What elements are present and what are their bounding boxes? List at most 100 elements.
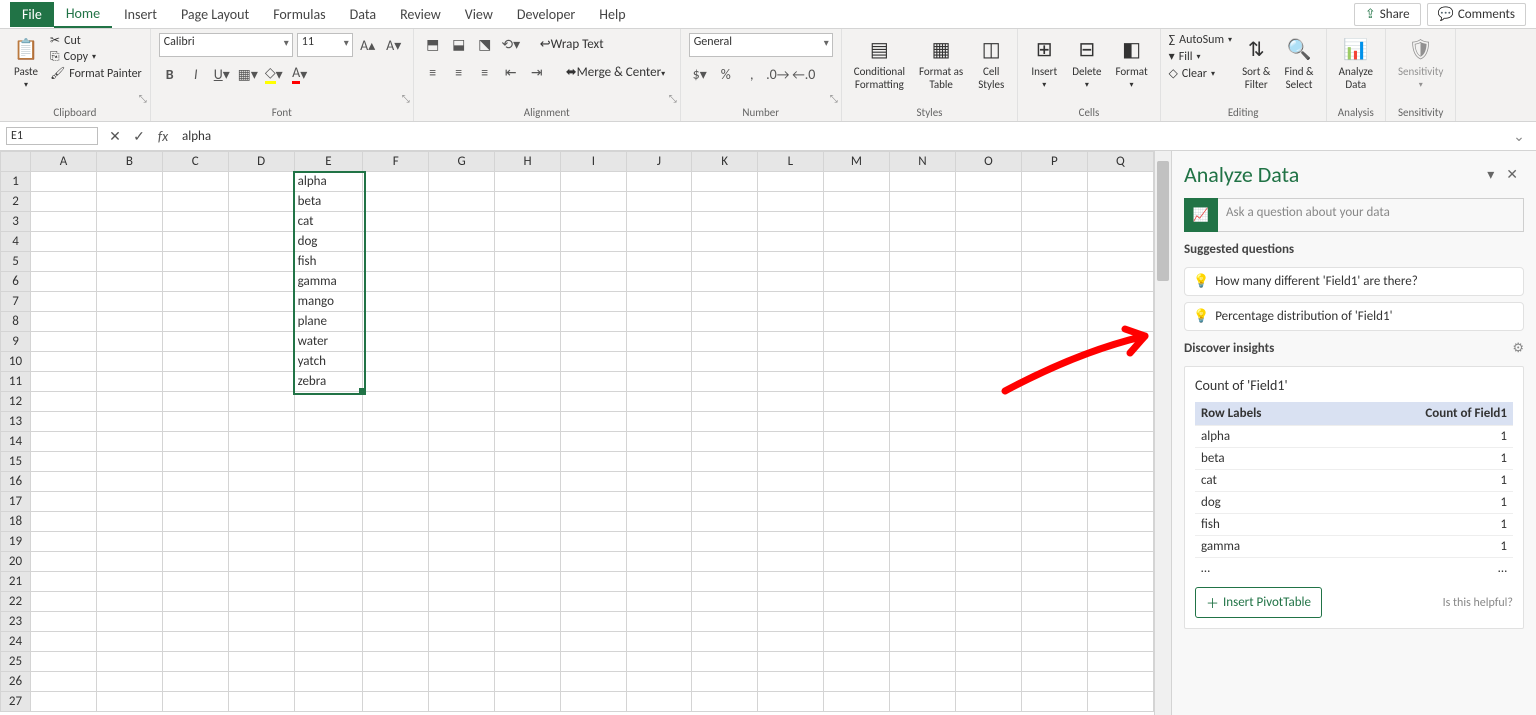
- cell-E2[interactable]: beta: [294, 192, 363, 212]
- col-header-P[interactable]: P: [1021, 152, 1087, 172]
- cell-B22[interactable]: [96, 592, 162, 612]
- row-header-26[interactable]: 26: [1, 672, 31, 692]
- cell-J11[interactable]: [626, 372, 692, 392]
- cell-I1[interactable]: [561, 172, 627, 192]
- cell-P14[interactable]: [1021, 432, 1087, 452]
- cell-G10[interactable]: [429, 352, 495, 372]
- cell-O10[interactable]: [955, 352, 1021, 372]
- cell-F2[interactable]: [363, 192, 429, 212]
- delete-cells-button[interactable]: ⊟Delete▾: [1068, 33, 1105, 92]
- cell-O27[interactable]: [955, 692, 1021, 712]
- cell-G3[interactable]: [429, 212, 495, 232]
- cell-O16[interactable]: [955, 472, 1021, 492]
- row-header-13[interactable]: 13: [1, 412, 31, 432]
- cell-B26[interactable]: [96, 672, 162, 692]
- cell-O2[interactable]: [955, 192, 1021, 212]
- font-name-combo[interactable]: Calibri: [159, 33, 293, 57]
- cell-D8[interactable]: [228, 312, 294, 332]
- cell-Q24[interactable]: [1087, 632, 1153, 652]
- cell-M9[interactable]: [823, 332, 889, 352]
- cell-P4[interactable]: [1021, 232, 1087, 252]
- accounting-button[interactable]: $▾: [689, 63, 711, 85]
- cell-Q7[interactable]: [1087, 292, 1153, 312]
- cell-L12[interactable]: [758, 392, 824, 412]
- enter-formula-button[interactable]: ✓: [128, 125, 150, 147]
- cell-L6[interactable]: [758, 272, 824, 292]
- row-header-22[interactable]: 22: [1, 592, 31, 612]
- cell-O15[interactable]: [955, 452, 1021, 472]
- cell-N26[interactable]: [890, 672, 956, 692]
- sensitivity-button[interactable]: 🛡Sensitivity▾: [1394, 33, 1447, 92]
- decrease-indent-button[interactable]: ⇤: [500, 61, 522, 83]
- cell-F6[interactable]: [363, 272, 429, 292]
- cancel-formula-button[interactable]: ✕: [104, 125, 126, 147]
- cell-B11[interactable]: [96, 372, 162, 392]
- cell-D18[interactable]: [228, 512, 294, 532]
- col-header-K[interactable]: K: [692, 152, 758, 172]
- cell-L10[interactable]: [758, 352, 824, 372]
- cell-C6[interactable]: [162, 272, 228, 292]
- cell-L23[interactable]: [758, 612, 824, 632]
- cell-L7[interactable]: [758, 292, 824, 312]
- cell-J5[interactable]: [626, 252, 692, 272]
- vertical-scroll-thumb[interactable]: [1157, 161, 1169, 281]
- cell-Q4[interactable]: [1087, 232, 1153, 252]
- cell-J1[interactable]: [626, 172, 692, 192]
- cell-A25[interactable]: [31, 652, 97, 672]
- tab-insert[interactable]: Insert: [112, 2, 169, 27]
- cell-O8[interactable]: [955, 312, 1021, 332]
- borders-button[interactable]: ▦▾: [237, 63, 259, 85]
- cell-P23[interactable]: [1021, 612, 1087, 632]
- cell-D19[interactable]: [228, 532, 294, 552]
- col-header-E[interactable]: E: [294, 152, 363, 172]
- find-select-button[interactable]: 🔍Find & Select: [1280, 33, 1317, 93]
- cell-E18[interactable]: [294, 512, 363, 532]
- cell-M16[interactable]: [823, 472, 889, 492]
- number-dialog-launcher[interactable]: ⤡: [830, 92, 838, 105]
- cell-B21[interactable]: [96, 572, 162, 592]
- cell-A27[interactable]: [31, 692, 97, 712]
- cell-P2[interactable]: [1021, 192, 1087, 212]
- cell-G14[interactable]: [429, 432, 495, 452]
- cell-O13[interactable]: [955, 412, 1021, 432]
- cell-E13[interactable]: [294, 412, 363, 432]
- cell-A21[interactable]: [31, 572, 97, 592]
- col-header-C[interactable]: C: [162, 152, 228, 172]
- cell-Q2[interactable]: [1087, 192, 1153, 212]
- cell-O12[interactable]: [955, 392, 1021, 412]
- cell-F16[interactable]: [363, 472, 429, 492]
- cell-O26[interactable]: [955, 672, 1021, 692]
- cell-I24[interactable]: [561, 632, 627, 652]
- cell-F24[interactable]: [363, 632, 429, 652]
- cell-D26[interactable]: [228, 672, 294, 692]
- suggestion-1[interactable]: 💡Percentage distribution of 'Field1': [1184, 302, 1524, 331]
- cell-L1[interactable]: [758, 172, 824, 192]
- tab-formulas[interactable]: Formulas: [261, 2, 337, 27]
- tab-review[interactable]: Review: [388, 2, 453, 27]
- cell-Q22[interactable]: [1087, 592, 1153, 612]
- cell-B17[interactable]: [96, 492, 162, 512]
- cell-B12[interactable]: [96, 392, 162, 412]
- cell-A10[interactable]: [31, 352, 97, 372]
- cell-F1[interactable]: [363, 172, 429, 192]
- cell-K7[interactable]: [692, 292, 758, 312]
- cell-H21[interactable]: [495, 572, 561, 592]
- cell-B14[interactable]: [96, 432, 162, 452]
- cell-H10[interactable]: [495, 352, 561, 372]
- cell-F21[interactable]: [363, 572, 429, 592]
- cell-M15[interactable]: [823, 452, 889, 472]
- cell-K1[interactable]: [692, 172, 758, 192]
- cell-M13[interactable]: [823, 412, 889, 432]
- cell-D1[interactable]: [228, 172, 294, 192]
- cell-I19[interactable]: [561, 532, 627, 552]
- cell-Q19[interactable]: [1087, 532, 1153, 552]
- insert-function-button[interactable]: fx: [152, 125, 174, 147]
- cell-A9[interactable]: [31, 332, 97, 352]
- expand-formula-button[interactable]: ⌄: [1508, 125, 1530, 147]
- cell-M24[interactable]: [823, 632, 889, 652]
- cell-K16[interactable]: [692, 472, 758, 492]
- cell-A3[interactable]: [31, 212, 97, 232]
- cell-I3[interactable]: [561, 212, 627, 232]
- cell-E14[interactable]: [294, 432, 363, 452]
- cell-J15[interactable]: [626, 452, 692, 472]
